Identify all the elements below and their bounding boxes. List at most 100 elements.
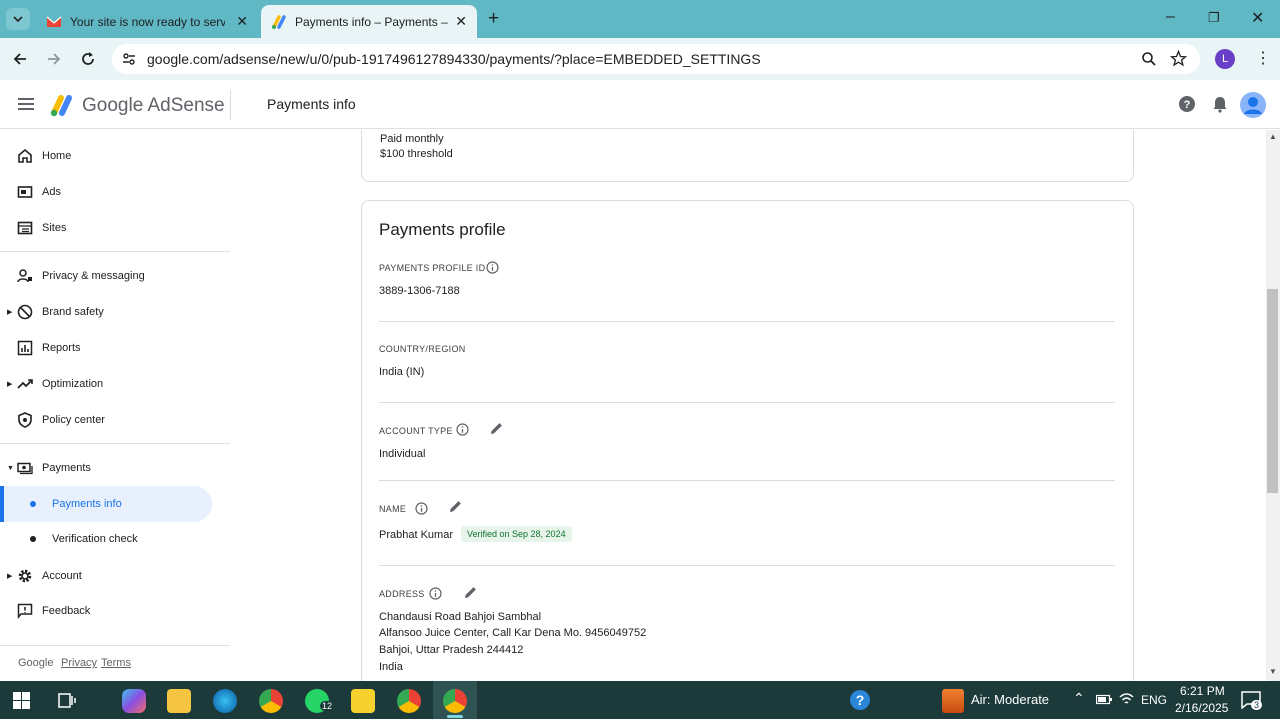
scroll-down-arrow-icon[interactable]: ▼ — [1269, 667, 1277, 676]
task-view-icon[interactable] — [58, 692, 76, 709]
chrome-icon[interactable] — [259, 689, 283, 713]
sidebar-item-ads[interactable]: Ads — [0, 174, 212, 210]
policy-icon — [18, 412, 32, 428]
sidebar-item-label: Policy center — [42, 414, 105, 426]
close-icon[interactable]: ✕ — [236, 13, 248, 30]
collapse-caret-icon[interactable]: ▼ — [7, 465, 14, 472]
info-icon[interactable] — [456, 423, 469, 436]
gear-icon — [18, 569, 32, 583]
tab-payments-info[interactable]: Payments info – Payments – Go ✕ — [261, 5, 477, 38]
address-bar[interactable]: google.com/adsense/new/u/0/pub-191749612… — [112, 44, 1200, 74]
close-icon[interactable]: ✕ — [455, 13, 467, 30]
edge-browser-icon[interactable] — [213, 689, 237, 713]
hamburger-menu-icon[interactable] — [17, 97, 35, 111]
restore-button[interactable]: ❐ — [1208, 10, 1220, 26]
os-taskbar: 12 ? Air: Moderate ⌃ ENG 6:21 PM 2/16/20… — [0, 681, 1280, 719]
home-icon — [18, 148, 32, 163]
sidebar-item-home[interactable]: Home — [0, 138, 212, 174]
expand-caret-icon[interactable]: ▶ — [7, 572, 12, 580]
browser-tab-bar: Your site is now ready to serve a ✕ Paym… — [0, 0, 1280, 38]
sidebar-item-sites[interactable]: Sites — [0, 210, 212, 246]
tab-list-button[interactable] — [6, 8, 30, 30]
payment-schedule-card: Paid monthly $100 threshold — [361, 130, 1134, 182]
sidebar-item-account[interactable]: ▶ Account — [0, 558, 212, 594]
selected-indicator — [0, 486, 4, 522]
bookmark-star-icon[interactable] — [1170, 50, 1187, 67]
info-icon[interactable] — [415, 502, 428, 515]
profile-initial: L — [1221, 53, 1229, 65]
site-settings-icon[interactable] — [121, 51, 137, 67]
header-divider — [230, 90, 231, 120]
expand-caret-icon[interactable]: ▶ — [7, 308, 12, 316]
adsense-logo-icon — [50, 95, 72, 117]
footer-privacy-link[interactable]: Privacy — [61, 657, 97, 669]
profile-avatar[interactable]: L — [1215, 49, 1235, 69]
sidebar-item-optimization[interactable]: ▶ Optimization — [0, 366, 212, 402]
zoom-search-icon[interactable] — [1141, 51, 1157, 67]
sidebar-item-payments[interactable]: ▼ Payments — [0, 450, 212, 486]
svg-text:?: ? — [1184, 99, 1191, 111]
language-indicator[interactable]: ENG — [1141, 693, 1167, 707]
footer-terms-link[interactable]: Terms — [101, 657, 131, 669]
gmail-icon — [46, 16, 62, 27]
tab-gmail[interactable]: Your site is now ready to serve a ✕ — [36, 5, 258, 38]
block-icon — [17, 304, 33, 320]
sidebar-item-brand-safety[interactable]: ▶ Brand safety — [0, 294, 212, 330]
sidebar-item-policy-center[interactable]: Policy center — [0, 402, 212, 438]
edit-pencil-icon[interactable] — [463, 585, 478, 600]
tab-title: Your site is now ready to serve a — [70, 14, 225, 29]
sidebar-item-label: Brand safety — [42, 306, 104, 318]
close-window-button[interactable]: ✕ — [1251, 8, 1264, 28]
sidebar-item-label: Privacy & messaging — [42, 270, 145, 282]
sidebar-item-reports[interactable]: Reports — [0, 330, 212, 366]
chrome-active-icon — [443, 689, 467, 713]
sidebar-item-feedback[interactable]: Feedback — [0, 593, 212, 629]
scroll-up-arrow-icon[interactable]: ▲ — [1269, 132, 1277, 141]
forward-arrow-icon[interactable] — [45, 50, 63, 68]
edit-pencil-icon[interactable] — [489, 421, 504, 436]
footer-google: Google — [18, 657, 54, 669]
sidebar-item-label: Reports — [42, 342, 81, 354]
clock-date[interactable]: 2/16/2025 — [1175, 701, 1228, 715]
account-avatar[interactable] — [1240, 92, 1266, 118]
sidebar-divider — [0, 251, 230, 252]
country-label: COUNTRY/REGION — [379, 344, 466, 354]
wifi-icon[interactable] — [1119, 692, 1134, 706]
new-tab-button[interactable]: + — [488, 8, 499, 30]
sticky-notes-icon[interactable] — [351, 689, 375, 713]
info-icon[interactable] — [429, 587, 442, 600]
notifications-bell-icon[interactable] — [1212, 95, 1228, 113]
clock-time[interactable]: 6:21 PM — [1180, 684, 1225, 698]
main-content: Paid monthly $100 threshold Payments pro… — [232, 130, 1266, 681]
back-arrow-icon[interactable] — [11, 50, 29, 68]
reload-icon[interactable] — [79, 50, 97, 68]
browser-menu-icon[interactable]: ⋮ — [1255, 48, 1271, 68]
section-divider — [379, 565, 1115, 566]
chevron-up-icon[interactable]: ⌃ — [1073, 690, 1085, 707]
windows-start-icon[interactable] — [13, 692, 30, 709]
copilot-icon[interactable] — [122, 689, 146, 713]
scrollbar-thumb[interactable] — [1267, 289, 1278, 493]
sidebar-item-label: Payments info — [52, 498, 122, 510]
privacy-icon — [17, 269, 32, 283]
chrome-profile-icon[interactable] — [397, 689, 421, 713]
payments-icon — [17, 462, 33, 475]
info-icon[interactable] — [486, 261, 499, 274]
sidebar-item-verification-check[interactable]: Verification check — [0, 521, 212, 557]
file-explorer-icon[interactable] — [167, 689, 191, 713]
expand-caret-icon[interactable]: ▶ — [7, 380, 12, 388]
minimize-button[interactable]: – — [1166, 8, 1175, 26]
address-line: Alfansoo Juice Center, Call Kar Dena Mo.… — [379, 627, 647, 639]
sidebar-item-privacy-messaging[interactable]: Privacy & messaging — [0, 258, 212, 294]
sidebar-item-label: Payments — [42, 462, 91, 474]
edit-pencil-icon[interactable] — [448, 499, 463, 514]
help-icon[interactable]: ? — [1178, 95, 1196, 113]
feedback-icon — [17, 603, 33, 619]
weather-text[interactable]: Air: Moderate — [971, 692, 1049, 707]
battery-icon[interactable] — [1096, 694, 1112, 705]
sidebar-item-payments-info[interactable]: Payments info — [0, 486, 212, 522]
help-app-icon[interactable]: ? — [849, 689, 871, 711]
taskbar-active-app[interactable] — [433, 681, 477, 719]
sidebar-item-label: Feedback — [42, 605, 91, 617]
air-quality-icon[interactable] — [942, 689, 964, 713]
